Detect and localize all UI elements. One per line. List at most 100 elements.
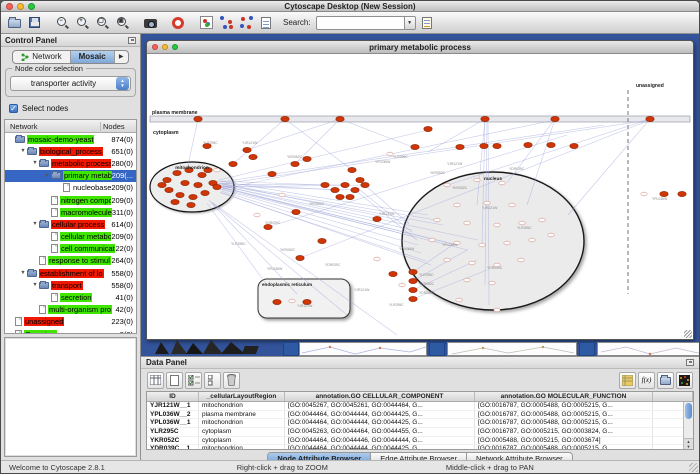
expand-arrow-icon[interactable]: ▼ <box>31 282 39 288</box>
tree-row[interactable]: ▼cellular process614(0) <box>5 218 136 230</box>
network-node[interactable] <box>254 213 260 217</box>
network-node[interactable] <box>171 199 179 204</box>
network-node[interactable] <box>194 116 202 121</box>
network-node[interactable] <box>341 182 349 187</box>
network-node[interactable] <box>660 191 668 196</box>
tree-row[interactable]: ▼establishment of lo558(0) <box>5 267 136 279</box>
network-node[interactable] <box>539 218 545 222</box>
network-node[interactable] <box>273 299 281 304</box>
save-session-icon[interactable] <box>25 14 43 32</box>
table-cell[interactable]: mitochondrion <box>199 402 285 410</box>
network-node[interactable] <box>389 271 397 276</box>
network-node[interactable] <box>243 147 251 152</box>
network-node[interactable] <box>346 194 354 199</box>
table-cell[interactable]: [GO:0045263, GO:0044464, GO:0044455, G..… <box>285 428 475 436</box>
table-cell[interactable]: YDR039C__1 <box>147 445 199 450</box>
network-node[interactable] <box>570 143 578 148</box>
network-node[interactable] <box>519 221 525 225</box>
network-node[interactable] <box>641 192 647 196</box>
tree-row[interactable]: ▼transport558(0) <box>5 279 136 291</box>
network-node[interactable] <box>318 238 326 243</box>
network-node[interactable] <box>198 172 206 177</box>
zoom-in-icon[interactable]: + <box>73 14 91 32</box>
network-node[interactable] <box>176 192 184 197</box>
network-node[interactable] <box>229 161 237 166</box>
network-node[interactable] <box>434 218 440 222</box>
network-node[interactable] <box>481 116 489 121</box>
network-node[interactable] <box>479 243 485 247</box>
network-node[interactable] <box>494 223 500 227</box>
zoom-out-icon[interactable]: − <box>53 14 71 32</box>
network-node[interactable] <box>469 261 475 265</box>
network-node[interactable] <box>173 170 181 175</box>
open-network-icon[interactable] <box>5 14 23 32</box>
network-node[interactable] <box>181 180 189 185</box>
network-node[interactable] <box>296 255 304 260</box>
network-node[interactable] <box>411 144 419 149</box>
float-panel-icon[interactable] <box>686 359 694 366</box>
table-cell[interactable]: mitochondrion <box>199 445 285 450</box>
network-node[interactable] <box>279 193 285 197</box>
network-node[interactable] <box>484 201 490 205</box>
network-node[interactable] <box>361 182 369 187</box>
network-node[interactable] <box>189 194 197 199</box>
layout-network-alt-icon[interactable] <box>237 14 255 32</box>
table-cell[interactable]: [GO:0016787, GO:0005488, GO:0005215, G..… <box>475 419 653 427</box>
network-node[interactable] <box>268 171 276 176</box>
network-node[interactable] <box>356 177 364 182</box>
network-node[interactable] <box>409 278 417 283</box>
network-node[interactable] <box>348 167 356 172</box>
birds-eye-view[interactable] <box>4 337 137 457</box>
vizmapper-icon[interactable] <box>197 14 215 32</box>
table-row[interactable]: YPL036W__2plasma membrane[GO:0044464, GO… <box>147 411 693 420</box>
table-row[interactable]: YPL036W__1mitochondrion[GO:0044464, GO:0… <box>147 419 693 428</box>
network-node[interactable] <box>321 182 329 187</box>
network-node[interactable] <box>374 257 380 261</box>
network-node[interactable] <box>399 283 405 287</box>
table-cell[interactable]: YLR295C <box>147 428 199 436</box>
network-node[interactable] <box>201 190 209 195</box>
network-node[interactable] <box>456 144 464 149</box>
tree-row[interactable]: secretion41(0) <box>5 291 136 303</box>
attribute-list-icon[interactable] <box>619 372 636 389</box>
tree-row[interactable]: ▼primary metabo209(... <box>5 170 136 182</box>
network-node[interactable] <box>551 116 559 121</box>
network-node[interactable] <box>493 143 501 148</box>
network-node[interactable] <box>158 182 166 187</box>
create-attribute-icon[interactable] <box>166 372 183 389</box>
unselect-attributes-icon[interactable] <box>204 372 221 389</box>
float-panel-icon[interactable] <box>128 37 136 44</box>
network-node[interactable] <box>194 182 202 187</box>
tree-row[interactable]: ▼metabolic process280(0) <box>5 157 136 169</box>
table-cell[interactable]: YPL036W__2 <box>147 411 199 419</box>
network-node[interactable] <box>187 202 195 207</box>
network-node[interactable] <box>264 224 272 229</box>
network-node[interactable] <box>409 296 417 301</box>
form-edit-icon[interactable] <box>418 14 436 32</box>
tab-overflow-arrow-icon[interactable]: ▶ <box>115 51 128 63</box>
tree-row[interactable]: response to stimul264(0) <box>5 255 136 267</box>
network-node[interactable] <box>213 184 221 189</box>
table-column-header[interactable]: annotation.GO CELLULAR_COMPONENT <box>285 392 475 401</box>
table-cell[interactable]: plasma membrane <box>199 411 285 419</box>
matrix-icon[interactable] <box>676 372 693 389</box>
network-node[interactable] <box>289 299 295 303</box>
network-node[interactable] <box>464 278 470 282</box>
tree-row[interactable]: multi-organism pro42(0) <box>5 304 136 316</box>
network-node[interactable] <box>454 203 460 207</box>
tree-col-nodes[interactable]: Nodes <box>100 122 136 131</box>
table-cell[interactable]: [GO:0044464, GO:0044444, GO:0044425, G..… <box>285 445 475 450</box>
minimized-network-window[interactable] <box>597 342 699 356</box>
expand-arrow-icon[interactable]: ▼ <box>19 148 27 154</box>
table-row[interactable]: YJR121W__1mitochondrion[GO:0045267, GO:0… <box>147 402 693 411</box>
network-node[interactable] <box>518 258 524 262</box>
network-node[interactable] <box>336 116 344 121</box>
network-node[interactable] <box>474 178 480 182</box>
expand-arrow-icon[interactable]: ▼ <box>31 160 39 166</box>
zoom-selected-icon[interactable]: ▣ <box>113 14 131 32</box>
table-cell[interactable]: YKR052C <box>147 437 199 445</box>
network-node[interactable] <box>548 233 554 237</box>
network-node[interactable] <box>165 187 173 192</box>
network-node[interactable] <box>444 183 450 187</box>
tree-row[interactable]: cellular metabo209(0) <box>5 231 136 243</box>
